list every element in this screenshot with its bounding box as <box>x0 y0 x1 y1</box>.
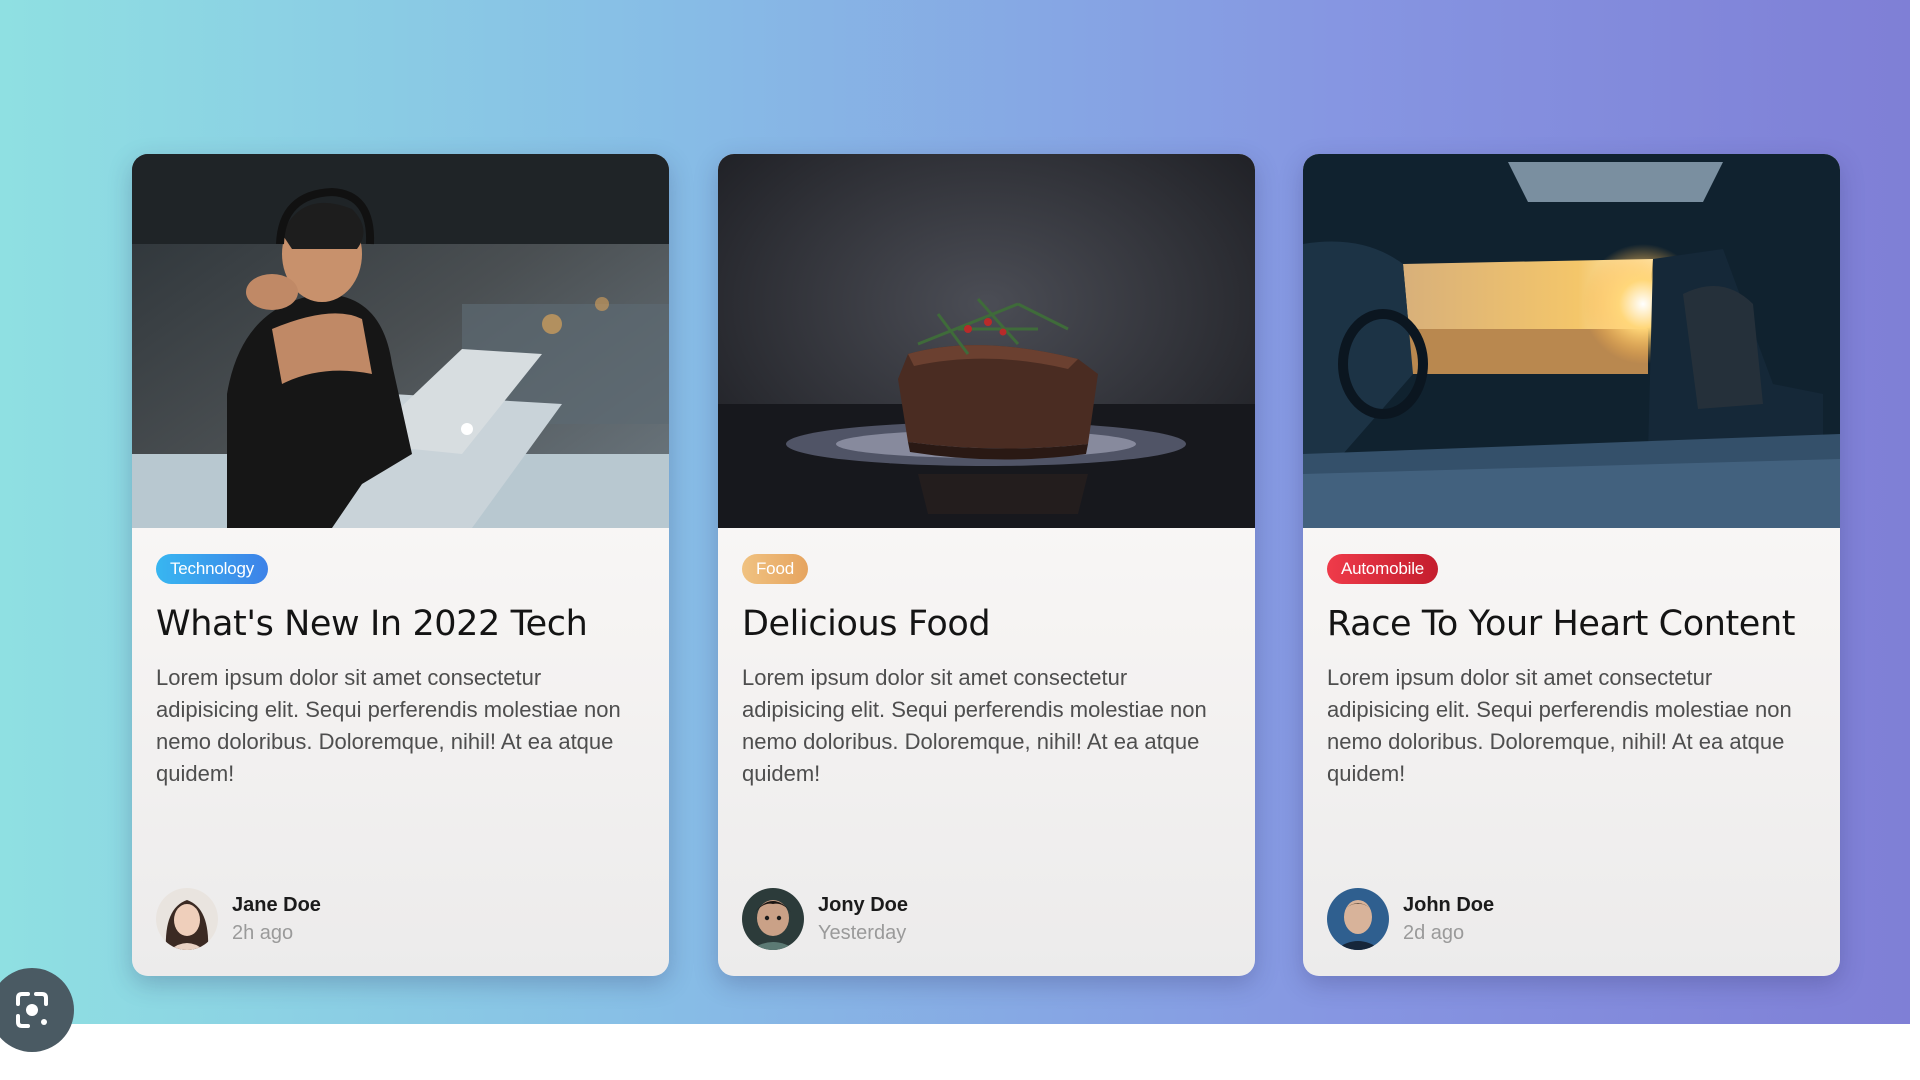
card-excerpt: Lorem ipsum dolor sit amet consectetur a… <box>156 665 621 786</box>
card-image-car-interior <box>1303 154 1840 528</box>
card-excerpt: Lorem ipsum dolor sit amet consectetur a… <box>1327 665 1792 786</box>
lens-search-icon <box>16 992 48 1028</box>
author-block: John Doe 2d ago <box>1327 888 1494 950</box>
card-body: Technology What's New In 2022 Tech Lorem… <box>132 528 669 976</box>
author-block: Jane Doe 2h ago <box>156 888 321 950</box>
card-title[interactable]: Race To Your Heart Content <box>1327 600 1816 648</box>
card-title[interactable]: Delicious Food <box>742 600 1231 648</box>
category-tag[interactable]: Food <box>742 554 808 584</box>
article-card-automobile[interactable]: Automobile Race To Your Heart Content Lo… <box>1303 154 1840 976</box>
author-name: Jony Doe <box>818 894 909 916</box>
article-card-technology[interactable]: Technology What's New In 2022 Tech Lorem… <box>132 154 669 976</box>
author-name: John Doe <box>1403 894 1495 916</box>
card-image-cake <box>718 154 1255 528</box>
category-tag[interactable]: Automobile <box>1327 554 1439 584</box>
page-bottom-strip <box>0 1024 1920 1080</box>
category-tag[interactable]: Technology <box>156 554 269 584</box>
post-time: Yesterday <box>818 922 907 944</box>
post-time: 2d ago <box>1403 922 1465 944</box>
author-block: Jony Doe Yesterday <box>742 888 908 950</box>
card-image-man-with-laptop <box>132 154 669 528</box>
article-card-food[interactable]: Food Delicious Food Lorem ipsum dolor si… <box>718 154 1255 976</box>
author-avatar <box>1327 888 1389 950</box>
author-avatar <box>156 888 218 950</box>
card-body: Automobile Race To Your Heart Content Lo… <box>1303 528 1840 976</box>
card-body: Food Delicious Food Lorem ipsum dolor si… <box>718 528 1255 976</box>
author-avatar <box>742 888 804 950</box>
card-title[interactable]: What's New In 2022 Tech <box>156 600 645 648</box>
author-name: Jane Doe <box>232 894 321 916</box>
post-time: 2h ago <box>232 922 294 944</box>
card-excerpt: Lorem ipsum dolor sit amet consectetur a… <box>742 665 1207 786</box>
